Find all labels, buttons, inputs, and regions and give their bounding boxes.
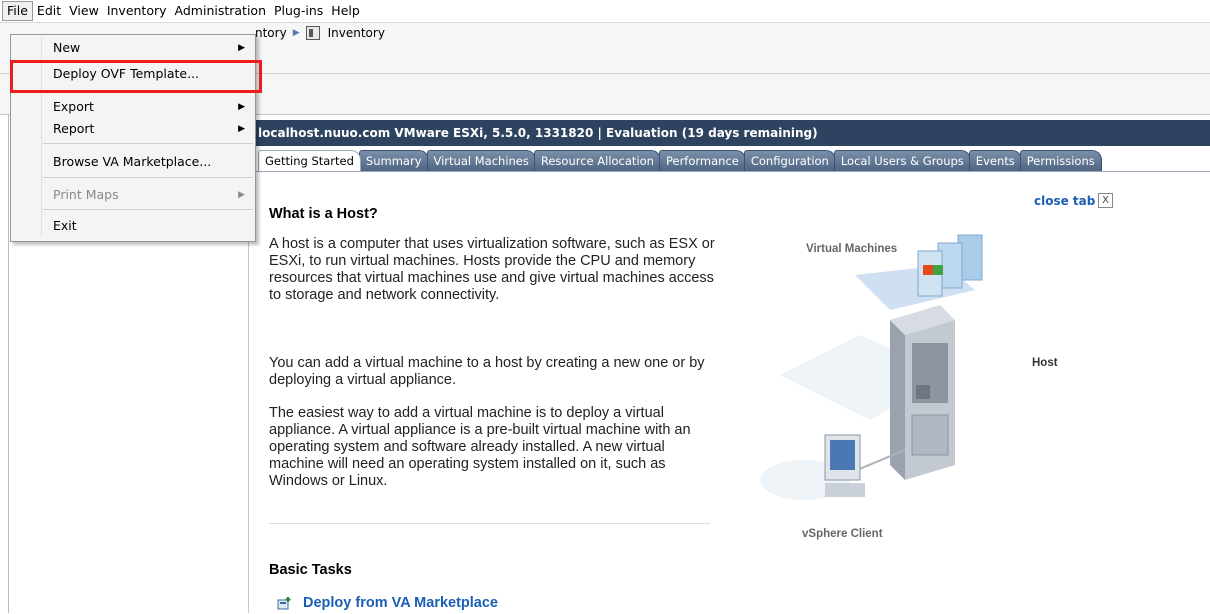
host-label: Host — [1032, 357, 1058, 369]
tab-getting-started[interactable]: Getting Started — [258, 150, 361, 171]
inventory-icon — [305, 26, 320, 40]
pane-divider — [8, 115, 9, 613]
menu-item-print-maps: Print Maps ▶ — [11, 184, 255, 206]
menu-item-label: Print Maps — [53, 187, 119, 202]
tab-strip: Getting Started Summary Virtual Machines… — [258, 150, 1102, 172]
triangle-right-icon: ▶ — [292, 28, 300, 38]
chevron-right-icon: ▶ — [238, 124, 245, 134]
tab-summary[interactable]: Summary — [358, 150, 429, 171]
appliance-paragraph: The easiest way to add a virtual machine… — [269, 405, 691, 489]
menu-item-label: Export — [53, 99, 94, 114]
breadcrumb: ntory ▶ Inventory — [255, 26, 385, 40]
host-header: localhost.nuuo.com VMware ESXi, 5.5.0, 1… — [250, 120, 1210, 146]
menu-administration[interactable]: Administration — [171, 1, 270, 21]
tab-configuration[interactable]: Configuration — [743, 150, 836, 171]
deploy-from-marketplace-link[interactable]: Deploy from VA Marketplace — [277, 595, 498, 611]
close-icon[interactable]: X — [1098, 193, 1113, 208]
vsphere-client-label: vSphere Client — [802, 528, 883, 540]
menu-item-label: New — [53, 40, 81, 55]
add-vm-paragraph: You can add a virtual machine to a host … — [269, 355, 705, 388]
host-diagram — [760, 234, 983, 500]
virtual-machines-label: Virtual Machines — [806, 243, 898, 255]
menu-item-report[interactable]: Report ▶ — [11, 118, 255, 140]
chevron-right-icon: ▶ — [238, 102, 245, 112]
chevron-right-icon: ▶ — [238, 190, 245, 200]
page-heading: What is a Host? — [269, 206, 378, 222]
task-link-label: Deploy from VA Marketplace — [303, 595, 498, 611]
menu-item-label: Browse VA Marketplace... — [53, 154, 212, 169]
deploy-icon — [277, 596, 293, 610]
menu-file[interactable]: File — [2, 1, 33, 21]
chevron-right-icon: ▶ — [238, 43, 245, 53]
tab-resource-allocation[interactable]: Resource Allocation — [533, 150, 661, 171]
menu-inventory[interactable]: Inventory — [103, 1, 171, 21]
menu-plugins[interactable]: Plug-ins — [270, 1, 327, 21]
tab-permissions[interactable]: Permissions — [1019, 150, 1102, 171]
menu-bar: File Edit View Inventory Administration … — [0, 0, 1210, 23]
menu-help[interactable]: Help — [327, 1, 364, 21]
menu-edit[interactable]: Edit — [33, 1, 65, 21]
highlight-box — [10, 60, 262, 93]
menu-separator — [43, 143, 253, 144]
menu-view[interactable]: View — [65, 1, 103, 21]
breadcrumb-item-inventory[interactable]: Inventory — [328, 26, 385, 40]
basic-tasks-heading: Basic Tasks — [269, 562, 352, 578]
tab-local-users-groups[interactable]: Local Users & Groups — [833, 150, 971, 171]
menu-item-label: Report — [53, 121, 95, 136]
breadcrumb-item-inventory-home[interactable]: ntory — [255, 26, 287, 40]
menu-item-label: Exit — [53, 218, 77, 233]
menu-separator — [43, 209, 253, 210]
tab-events[interactable]: Events — [968, 150, 1022, 171]
tab-performance[interactable]: Performance — [658, 150, 746, 171]
intro-paragraph: A host is a computer that uses virtualiz… — [269, 236, 715, 303]
server-tower-icon — [890, 305, 955, 480]
menu-item-exit[interactable]: Exit — [11, 215, 255, 237]
menu-separator — [43, 177, 253, 178]
section-divider — [269, 523, 710, 524]
tab-virtual-machines[interactable]: Virtual Machines — [426, 150, 536, 171]
client-computer-icon — [760, 434, 865, 500]
close-tab-link[interactable]: close tab — [1034, 194, 1095, 208]
menu-item-new[interactable]: New ▶ — [11, 37, 255, 59]
menu-item-export[interactable]: Export ▶ — [11, 96, 255, 118]
menu-item-browse-va-marketplace[interactable]: Browse VA Marketplace... — [11, 151, 255, 173]
